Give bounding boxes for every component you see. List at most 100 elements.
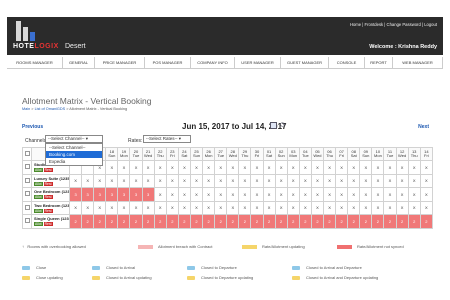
allotment-cell[interactable]: X	[371, 160, 385, 175]
allotment-cell[interactable]: 2	[322, 214, 337, 229]
allotment-cell[interactable]: X	[395, 160, 409, 175]
allotment-cell[interactable]: X	[189, 187, 204, 202]
allotment-cell[interactable]: X	[165, 160, 179, 175]
allotment-cell[interactable]: X	[214, 200, 228, 215]
allotment-cell[interactable]: X	[141, 160, 155, 175]
allotment-cell[interactable]: X	[347, 200, 361, 215]
allotment-cell[interactable]: X	[335, 160, 349, 175]
allotment-cell[interactable]: X	[262, 173, 276, 188]
nav-item[interactable]: REPORT	[365, 57, 393, 69]
allotment-cell[interactable]: X	[335, 187, 349, 202]
allotment-cell[interactable]: X	[322, 200, 337, 215]
allotment-cell[interactable]: X	[226, 173, 240, 188]
allotment-cell[interactable]: X	[226, 187, 240, 202]
allotment-cell[interactable]: X	[250, 160, 264, 175]
allotment-cell[interactable]: X	[117, 200, 131, 215]
allotment-cell[interactable]: X	[202, 173, 216, 188]
allotment-cell[interactable]: 2	[81, 214, 95, 229]
allotment-cell[interactable]: 2	[298, 214, 312, 229]
allotment-cell[interactable]: X	[322, 173, 337, 188]
allotment-cell[interactable]: 2	[274, 214, 288, 229]
allotment-cell[interactable]: X	[141, 200, 155, 215]
allotment-cell[interactable]: X	[274, 173, 288, 188]
allotment-cell[interactable]: X	[153, 187, 167, 202]
allotment-cell[interactable]: X	[335, 200, 349, 215]
allotment-cell[interactable]: 2	[105, 214, 119, 229]
allotment-cell[interactable]: X	[347, 187, 361, 202]
allotment-cell[interactable]: X	[407, 160, 421, 175]
allotment-cell[interactable]: X	[177, 200, 191, 215]
allotment-cell[interactable]: 2	[117, 214, 131, 229]
allotment-cell[interactable]: X	[298, 173, 312, 188]
allotment-cell[interactable]: X	[383, 187, 397, 202]
allotment-cell[interactable]: X	[81, 173, 95, 188]
allotment-cell[interactable]: X	[347, 173, 361, 188]
allotment-cell[interactable]: X	[383, 200, 397, 215]
allot-tag[interactable]: Allot	[34, 208, 43, 213]
allotment-cell[interactable]: 3	[105, 187, 119, 202]
allotment-cell[interactable]: 3	[117, 187, 131, 202]
allotment-cell[interactable]: X	[250, 173, 264, 188]
allotment-cell[interactable]: X	[177, 173, 191, 188]
allotment-cell[interactable]: X	[310, 187, 324, 202]
nav-item[interactable]: GENERAL	[63, 57, 95, 69]
allot-tag[interactable]: Allot	[34, 181, 43, 186]
allotment-cell[interactable]: 2	[177, 214, 191, 229]
allotment-cell[interactable]: X	[419, 187, 434, 202]
allotment-cell[interactable]: X	[274, 160, 288, 175]
rest-tag[interactable]: Rest	[43, 168, 53, 173]
allotment-cell[interactable]: X	[322, 160, 337, 175]
allotment-cell[interactable]: 2	[407, 214, 421, 229]
allotment-cell[interactable]: X	[310, 173, 324, 188]
allotment-cell[interactable]: X	[310, 160, 324, 175]
allotment-cell[interactable]: X	[202, 187, 216, 202]
allotment-cell[interactable]: X	[189, 173, 204, 188]
allotment-cell[interactable]: X	[238, 187, 252, 202]
allotment-cell[interactable]: 2	[419, 214, 434, 229]
breadcrumb-list[interactable]: List of OmaniGDS	[35, 107, 66, 111]
allotment-cell[interactable]: X	[238, 173, 252, 188]
allotment-cell[interactable]: 2	[129, 214, 143, 229]
allotment-cell[interactable]: 2	[383, 214, 397, 229]
allotment-cell[interactable]: X	[419, 173, 434, 188]
nav-item[interactable]: USER MANAGER	[235, 57, 281, 69]
allotment-cell[interactable]: X	[165, 200, 179, 215]
nav-item[interactable]: ROOMS MANAGER	[7, 57, 63, 69]
allotment-cell[interactable]: X	[371, 173, 385, 188]
allotment-cell[interactable]: X	[298, 200, 312, 215]
previous-link[interactable]: Previous	[22, 124, 43, 130]
allotment-cell[interactable]: X	[395, 200, 409, 215]
rest-tag[interactable]: Rest	[43, 222, 53, 227]
allotment-cell[interactable]: X	[117, 160, 131, 175]
allotment-cell[interactable]: X	[310, 200, 324, 215]
allotment-cell[interactable]: X	[153, 200, 167, 215]
allotment-cell[interactable]: X	[105, 200, 119, 215]
allot-tag[interactable]: Allot	[34, 222, 43, 227]
allotment-cell[interactable]: 2	[165, 214, 179, 229]
allotment-cell[interactable]: X	[189, 200, 204, 215]
allotment-cell[interactable]: X	[322, 187, 337, 202]
allotment-cell[interactable]: 2	[141, 214, 155, 229]
next-link[interactable]: Next	[418, 124, 429, 130]
allotment-cell[interactable]: 2	[286, 214, 300, 229]
allotment-cell[interactable]: X	[105, 160, 119, 175]
channel-option[interactable]: Booking.com	[46, 151, 102, 158]
allotment-cell[interactable]: X	[407, 187, 421, 202]
allotment-cell[interactable]: X	[81, 200, 95, 215]
allotment-cell[interactable]: X	[202, 160, 216, 175]
allotment-cell[interactable]: X	[262, 187, 276, 202]
allotment-cell[interactable]: X	[250, 187, 264, 202]
nav-item[interactable]: WEB MANAGER	[393, 57, 443, 69]
rest-tag[interactable]: Rest	[43, 181, 53, 186]
allotment-cell[interactable]: X	[286, 200, 300, 215]
allotment-cell[interactable]: 2	[93, 214, 107, 229]
allotment-cell[interactable]: X	[298, 160, 312, 175]
allotment-cell[interactable]: 2	[250, 214, 264, 229]
nav-item[interactable]: COMPANY INFO	[191, 57, 235, 69]
allotment-cell[interactable]: X	[383, 160, 397, 175]
allotment-cell[interactable]: X	[347, 160, 361, 175]
nav-item[interactable]: CONSOLE	[329, 57, 365, 69]
allotment-cell[interactable]: X	[177, 160, 191, 175]
allotment-cell[interactable]: X	[286, 173, 300, 188]
allotment-cell[interactable]: X	[153, 160, 167, 175]
